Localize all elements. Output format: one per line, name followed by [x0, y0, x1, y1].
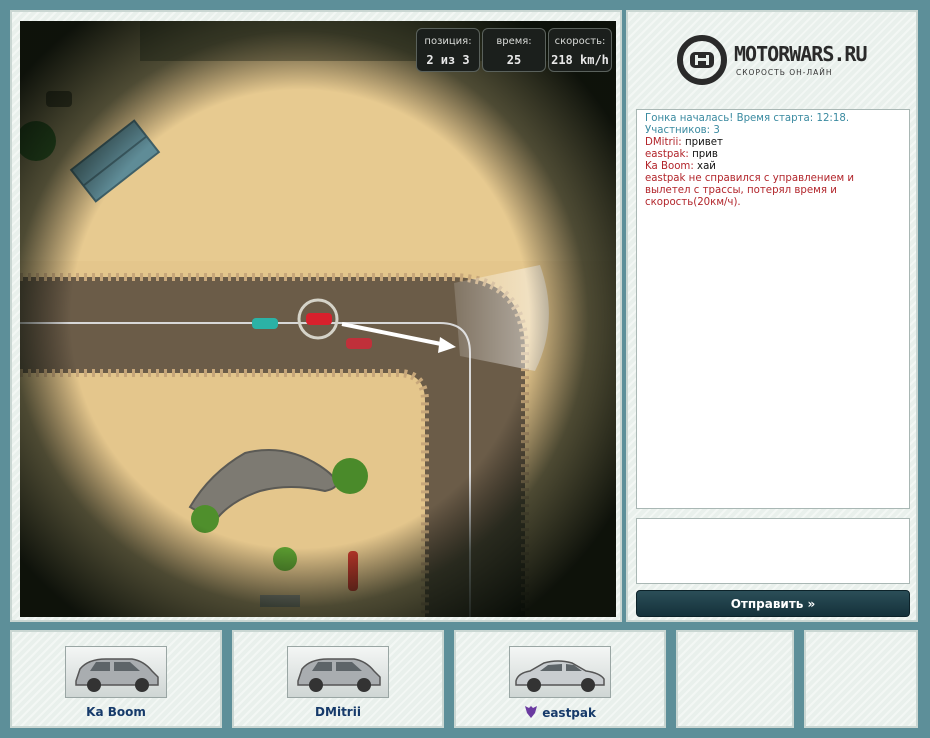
logo-title: MOTORWARS.RU: [734, 42, 867, 66]
chat-message: eastpak не справился с управлением и выл…: [645, 173, 855, 208]
hud-speed-value: 218 km/h: [551, 53, 609, 67]
car-thumbnail: [509, 646, 611, 698]
chat-message: DMitrii: привет: [645, 137, 901, 149]
hud-time-value: 25: [506, 53, 522, 67]
empty-player-slot: [804, 630, 918, 728]
player-name: Ka Boom: [86, 705, 146, 719]
side-panel: MOTORWARS.RU СКОРОСТЬ ОН-ЛАЙН Гонка нача…: [626, 10, 918, 622]
suv-car-icon: [297, 658, 381, 692]
hud-speed-label: скорость:: [554, 36, 606, 47]
sedan-car-icon: [515, 660, 605, 692]
suv-car-icon: [75, 658, 159, 692]
car-thumbnail: [65, 646, 167, 698]
chat-log[interactable]: Гонка началась! Время старта: 12:18. Уча…: [636, 109, 910, 509]
logo-subtitle: СКОРОСТЬ ОН-ЛАЙН: [736, 68, 833, 77]
player-name-row: eastpak: [456, 705, 664, 720]
chat-author: eastpak:: [645, 149, 689, 160]
logo-emblem-icon: [677, 35, 727, 85]
hud-speed: скорость: 218 km/h: [548, 28, 612, 72]
player-card[interactable]: eastpak: [454, 630, 666, 728]
hud-position-value: 2 из 3: [426, 53, 470, 67]
chat-text: привет: [681, 137, 723, 148]
track-svg: [20, 21, 616, 617]
chat-message: eastpak: прив: [645, 149, 901, 161]
player-card[interactable]: Ka Boom: [10, 630, 222, 728]
player-name: DMitrii: [315, 705, 361, 719]
empty-player-slot: [676, 630, 794, 728]
chat-message: Гонка началась! Время старта: 12:18. Уча…: [645, 113, 850, 136]
chat-message: Ka Boom: хай: [645, 161, 901, 173]
car-thumbnail: [287, 646, 389, 698]
hud-position-label: позиция:: [424, 36, 472, 47]
motorwars-logo[interactable]: MOTORWARS.RU СКОРОСТЬ ОН-ЛАЙН: [676, 32, 876, 92]
chat-text: хай: [693, 161, 716, 172]
hud-time-label: время:: [496, 36, 532, 47]
player-card[interactable]: DMitrii: [232, 630, 444, 728]
hud-position: позиция: 2 из 3: [416, 28, 480, 72]
chat-text: прив: [688, 149, 718, 160]
night-fog: [20, 21, 616, 617]
hud-time: время: 25: [482, 28, 546, 72]
send-button[interactable]: Отправить »: [636, 590, 910, 617]
chat-author: Ka Boom:: [645, 161, 694, 172]
decepticon-icon: [525, 706, 537, 718]
race-map[interactable]: [20, 21, 616, 617]
player-name: eastpak: [542, 706, 596, 720]
chat-author: DMitrii:: [645, 137, 682, 148]
game-panel: позиция: 2 из 3 время: 25 скорость: 218 …: [10, 10, 622, 622]
chat-input[interactable]: [636, 518, 910, 584]
